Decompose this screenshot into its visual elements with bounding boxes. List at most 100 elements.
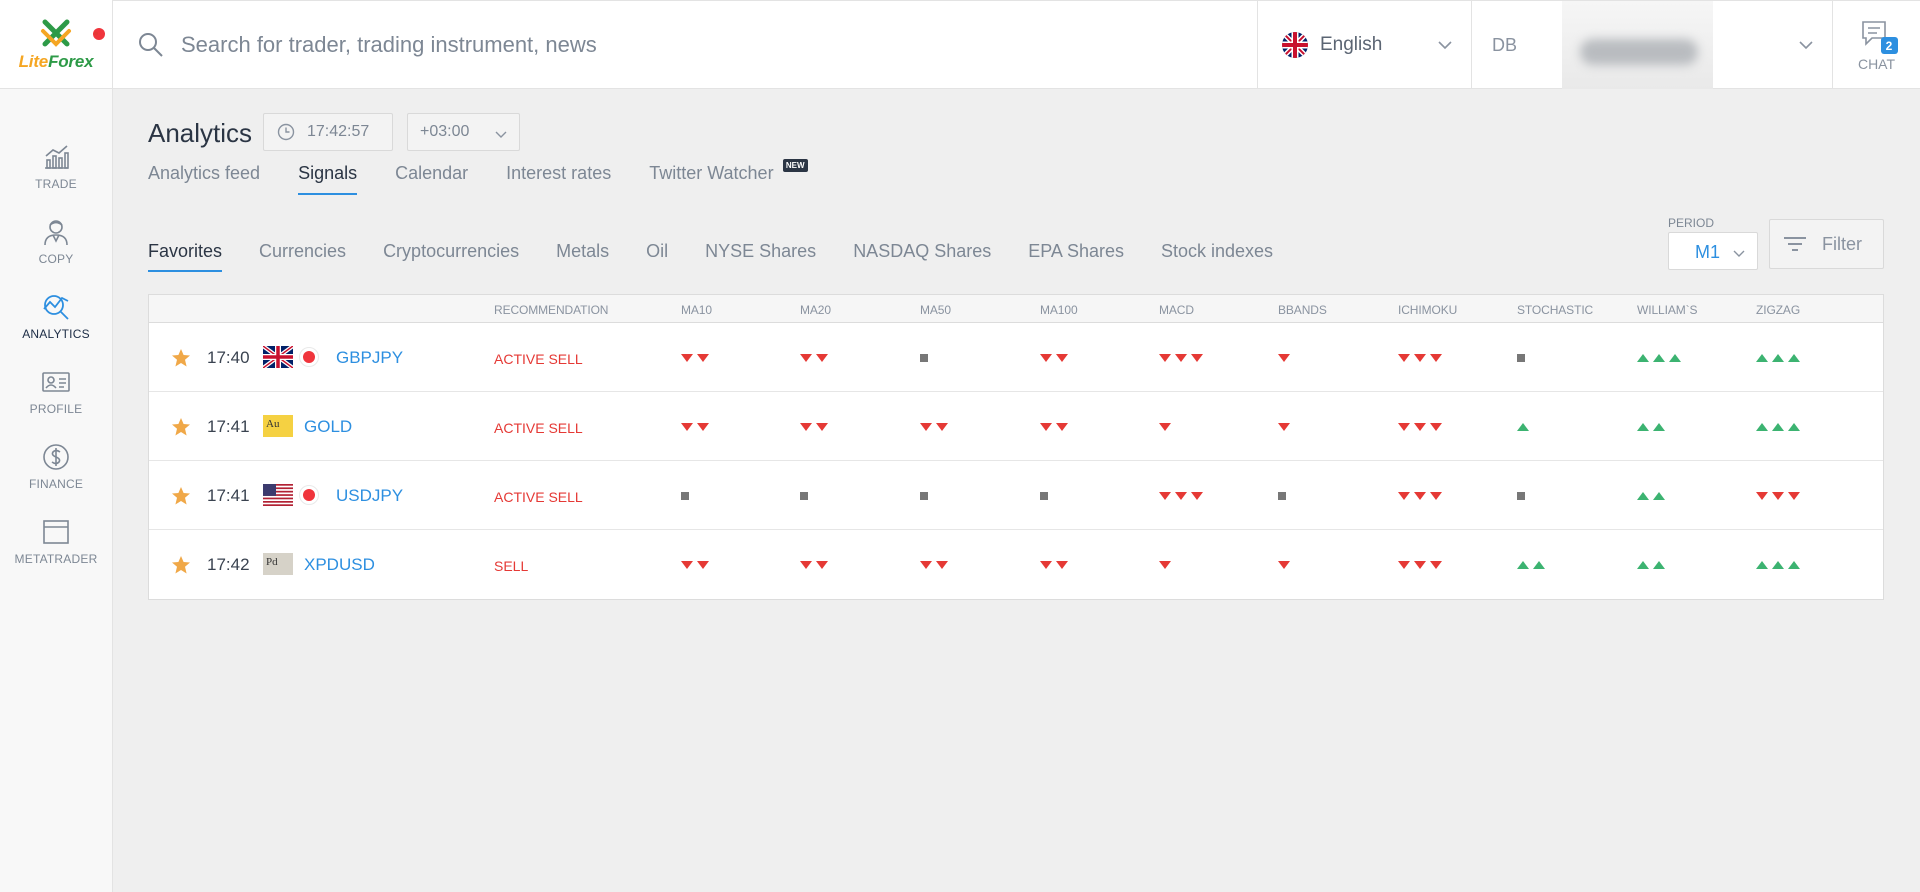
period-selector[interactable]: M1 <box>1668 232 1758 270</box>
page-title: Analytics <box>148 118 253 148</box>
table-row[interactable]: 17:42 Pd XPDUSD SELL <box>149 530 1883 599</box>
signal-down-icon <box>1398 559 1442 571</box>
us-flag-icon <box>263 484 293 506</box>
signal-neutral-icon <box>1517 490 1525 502</box>
tab-analytics-feed[interactable]: Analytics feed <box>148 163 260 195</box>
svg-text:Au: Au <box>266 418 280 430</box>
recommendation: ACTIVE SELL <box>494 351 583 367</box>
tab-interest-rates[interactable]: Interest rates <box>506 163 611 195</box>
signal-neutral-icon <box>920 352 928 364</box>
language-selector[interactable]: English <box>1257 1 1471 89</box>
signal-up-icon <box>1637 490 1665 502</box>
signal-time: 17:42 <box>207 555 250 574</box>
column-header: BBANDS <box>1278 303 1327 317</box>
subtab-nyse-shares[interactable]: NYSE Shares <box>705 241 816 272</box>
jp-flag-dot <box>303 489 315 501</box>
column-header: ICHIMOKU <box>1398 303 1458 317</box>
column-header: WILLIAM`S <box>1637 303 1698 317</box>
sidebar-item-metatrader[interactable]: METATRADER <box>0 504 112 579</box>
sidebar-item-analytics[interactable]: ANALYTICS <box>0 279 112 354</box>
signal-down-icon <box>1398 352 1442 364</box>
recommendation: ACTIVE SELL <box>494 420 583 436</box>
signal-neutral-icon <box>1040 490 1048 502</box>
chat-button[interactable]: 2 CHAT <box>1832 1 1920 89</box>
star-icon[interactable] <box>171 417 191 437</box>
logo-text: LiteForex ● <box>19 28 106 72</box>
clock-display: 17:42:57 <box>263 113 393 151</box>
subtab-nasdaq-shares[interactable]: NASDAQ Shares <box>853 241 991 272</box>
subtab-oil[interactable]: Oil <box>646 241 668 272</box>
column-header: MA50 <box>920 303 951 317</box>
signal-down-icon <box>1278 352 1290 364</box>
signal-up-icon <box>1517 421 1529 433</box>
symbol-link[interactable]: GOLD <box>304 417 352 437</box>
sidebar-item-trade[interactable]: TRADE <box>0 129 112 204</box>
signal-neutral-icon <box>1517 352 1525 364</box>
gold-au-icon: Au <box>263 415 293 437</box>
signal-time: 17:41 <box>207 417 250 436</box>
signal-down-icon <box>1756 490 1800 502</box>
tab-twitter-watcher[interactable]: Twitter Watcher NEW <box>649 159 808 195</box>
logo[interactable]: LiteForex ● <box>0 0 112 89</box>
sidebar-item-label: FINANCE <box>28 477 84 491</box>
sidebar-item-label: METATRADER <box>14 552 98 566</box>
chat-count-badge: 2 <box>1880 37 1898 54</box>
signal-up-icon <box>1517 559 1545 571</box>
signal-down-icon <box>1040 559 1068 571</box>
signal-neutral-icon <box>800 490 808 502</box>
subtab-cryptocurrencies[interactable]: Cryptocurrencies <box>383 241 519 272</box>
trader-icon <box>44 220 68 246</box>
table-row[interactable]: 17:40 GBPJPY ACTIVE SELL <box>149 323 1883 392</box>
period-value: M1 <box>1695 242 1721 262</box>
signal-down-icon <box>1159 559 1171 571</box>
signal-up-icon <box>1756 352 1800 364</box>
subtab-currencies[interactable]: Currencies <box>259 241 346 272</box>
sidebar-item-copy[interactable]: COPY <box>0 204 112 279</box>
tab-label: Twitter Watcher <box>649 163 774 183</box>
tab-signals[interactable]: Signals <box>298 163 358 195</box>
search-input[interactable] <box>181 32 1081 58</box>
subtab-metals[interactable]: Metals <box>556 241 609 272</box>
star-icon[interactable] <box>171 348 191 368</box>
subtab-stock-indexes[interactable]: Stock indexes <box>1161 241 1273 272</box>
signal-down-icon <box>1159 421 1171 433</box>
symbol-link[interactable]: XPDUSD <box>304 555 375 575</box>
star-icon[interactable] <box>171 555 191 575</box>
analytics-icon <box>43 295 69 320</box>
instrument-tabs: Favorites Currencies Cryptocurrencies Me… <box>148 241 1310 272</box>
signal-down-icon <box>800 559 828 571</box>
tab-calendar[interactable]: Calendar <box>395 163 468 195</box>
period-label: PERIOD <box>1668 216 1715 230</box>
profile-card-icon <box>42 372 70 392</box>
symbol-link[interactable]: GBPJPY <box>336 348 403 368</box>
timezone-selector[interactable]: +03:00 <box>407 113 520 151</box>
filter-button[interactable]: Filter <box>1769 219 1884 269</box>
star-icon[interactable] <box>171 486 191 506</box>
signal-down-icon <box>1398 421 1442 433</box>
signal-down-icon <box>920 421 948 433</box>
sidebar-item-profile[interactable]: PROFILE <box>0 354 112 429</box>
table-row[interactable]: 17:41 USDJPY ACTIVE SELL <box>149 461 1883 530</box>
topbar: English DB 2 CHAT <box>113 0 1920 89</box>
chat-icon: 2 <box>1860 18 1898 54</box>
column-header: RECOMMENDATION <box>494 303 609 317</box>
column-header: MA10 <box>681 303 712 317</box>
chevron-down-icon <box>1438 41 1452 50</box>
signal-down-icon <box>800 421 828 433</box>
signal-up-icon <box>1637 559 1665 571</box>
column-header: MACD <box>1159 303 1194 317</box>
sidebar-item-label: TRADE <box>35 177 77 191</box>
chevron-down-icon <box>495 131 507 138</box>
window-icon <box>43 520 69 544</box>
account-name-blurred <box>1562 1 1713 89</box>
sidebar-item-finance[interactable]: FINANCE <box>0 429 112 504</box>
subtab-favorites[interactable]: Favorites <box>148 241 223 272</box>
symbol-link[interactable]: USDJPY <box>336 486 403 506</box>
signal-down-icon <box>681 559 709 571</box>
account-selector[interactable]: DB <box>1471 1 1832 89</box>
signal-down-icon <box>1159 490 1203 502</box>
signal-neutral-icon <box>920 490 928 502</box>
search-icon <box>139 33 163 57</box>
subtab-epa-shares[interactable]: EPA Shares <box>1028 241 1124 272</box>
table-row[interactable]: 17:41 Au GOLD ACTIVE SELL <box>149 392 1883 461</box>
